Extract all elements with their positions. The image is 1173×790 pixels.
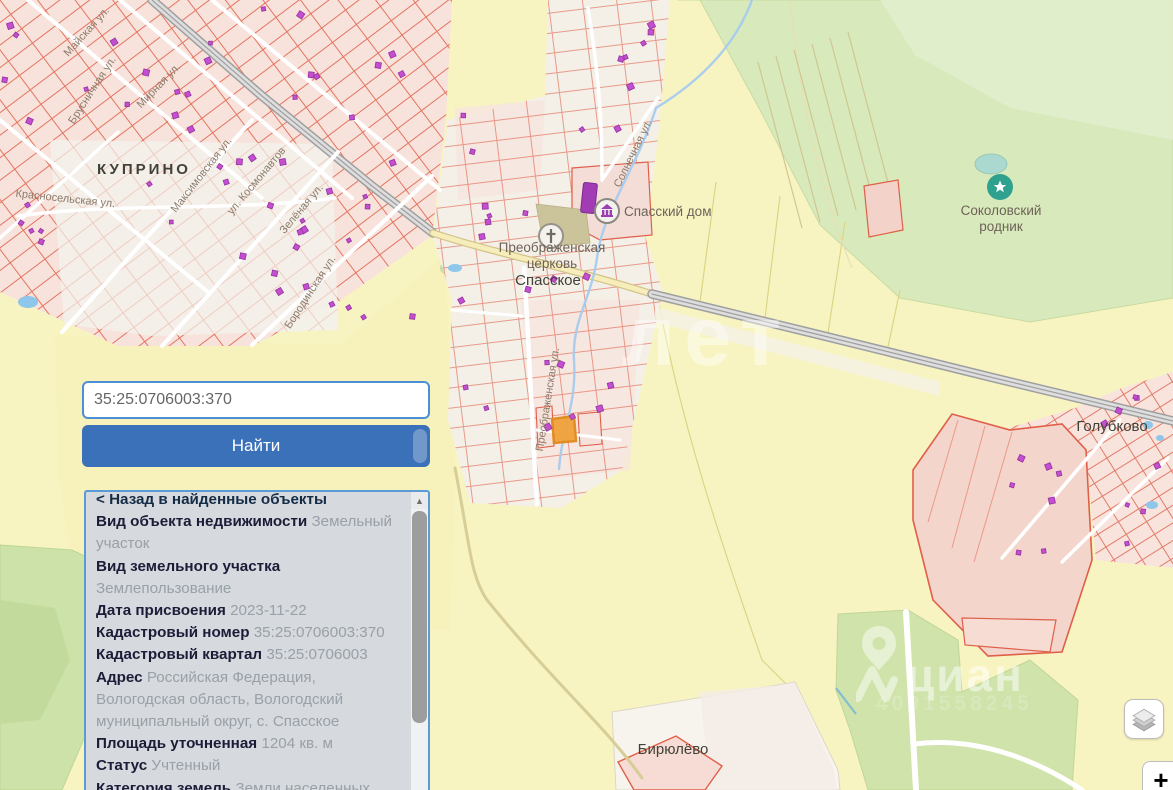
poi-label-church-line2: церковь (527, 256, 577, 271)
poi-label-spring-line1: Соколовский (961, 203, 1042, 218)
info-row: Кадастровый номер 35:25:0706003:370 (96, 622, 402, 644)
info-row: Адрес Российская Федерация, Вологодская … (96, 667, 402, 734)
museum-icon[interactable] (595, 199, 619, 223)
zoom-in-label: + (1153, 765, 1168, 790)
info-row: Вид объекта недвижимости Земельный участ… (96, 511, 402, 555)
search-button-label: Найти (232, 436, 281, 456)
poi-label-church-line1: Преображенская (499, 240, 606, 255)
settlement-label-biryulyovo: Бирюлёво (638, 741, 709, 758)
info-row: Дата присвоения 2023-11-22 (96, 600, 402, 622)
info-panel: < Назад в найденные объекты Вид объекта … (84, 490, 430, 790)
scrollbar-up-arrow[interactable]: ▲ (411, 492, 428, 509)
settlement-label-golubkovo: Голубково (1076, 418, 1147, 435)
info-row: Вид земельного участка Землепользование (96, 556, 402, 600)
layers-button[interactable] (1124, 699, 1164, 739)
panel-scrollbar[interactable]: ▲ (411, 492, 428, 790)
info-row: Кадастровый квартал 35:25:0706003 (96, 644, 402, 666)
info-panel-content: < Назад в найденные объекты Вид объекта … (86, 490, 428, 790)
layers-icon (1131, 706, 1157, 732)
info-row: Статус Учтенный (96, 755, 402, 777)
search-button[interactable]: Найти (82, 425, 430, 467)
map-viewport: КУПРИНО Спасское Голубково Бирюлёво Спас… (0, 0, 1173, 790)
container-scrollbar-thumb[interactable] (413, 429, 427, 463)
cadastral-search-input[interactable] (82, 381, 430, 419)
settlement-label-spasskoye: Спасское (515, 272, 581, 289)
info-row: Категория земель Земли населенных пункто… (96, 778, 402, 790)
pond (975, 154, 1007, 174)
selected-parcel[interactable] (552, 416, 576, 443)
back-link[interactable]: < Назад в найденные объекты (96, 490, 402, 511)
info-row: Площадь уточненная 1204 кв. м (96, 733, 402, 755)
settlement-label-kuprino: КУПРИНО (97, 161, 191, 178)
poi-label-museum: Спасский дом (624, 204, 711, 219)
poi-label-spring-line2: родник (979, 219, 1023, 234)
spring-icon[interactable] (987, 174, 1013, 200)
scrollbar-thumb[interactable] (412, 511, 427, 723)
zoom-in-button[interactable]: + (1142, 761, 1173, 790)
